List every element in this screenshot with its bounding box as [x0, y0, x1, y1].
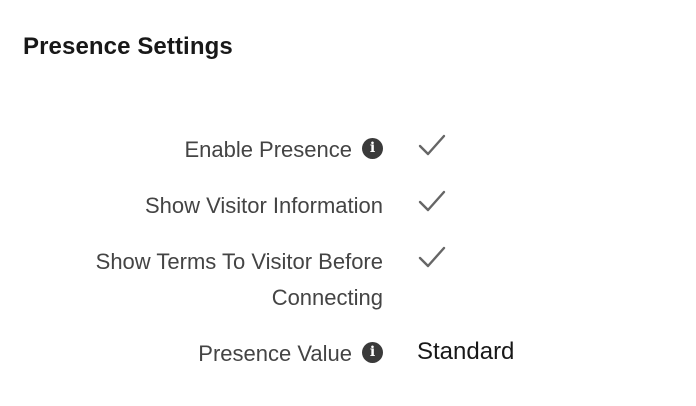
info-icon[interactable]: i [362, 342, 383, 363]
checkmark-icon [418, 190, 446, 212]
checkmark-icon [418, 246, 446, 268]
field-row-enable-presence: Enable Presence i [0, 132, 696, 168]
field-label-show-terms-line1: Show Terms To Visitor Before [95, 249, 383, 274]
page-title: Presence Settings [23, 33, 233, 60]
field-row-show-terms: Show Terms To Visitor Before Connecting [0, 244, 696, 316]
field-value-presence-value: Standard [417, 338, 515, 365]
info-icon[interactable]: i [362, 138, 383, 159]
field-label-presence-value: Presence Value [198, 341, 352, 366]
field-row-presence-value: Presence Value i Standard [0, 336, 696, 372]
field-label-show-visitor-information: Show Visitor Information [144, 193, 383, 218]
checkmark-icon [418, 134, 446, 156]
field-label-enable-presence: Enable Presence [184, 137, 352, 162]
field-label-show-terms-line2: Connecting [271, 285, 383, 310]
field-row-show-visitor-information: Show Visitor Information [0, 188, 696, 224]
